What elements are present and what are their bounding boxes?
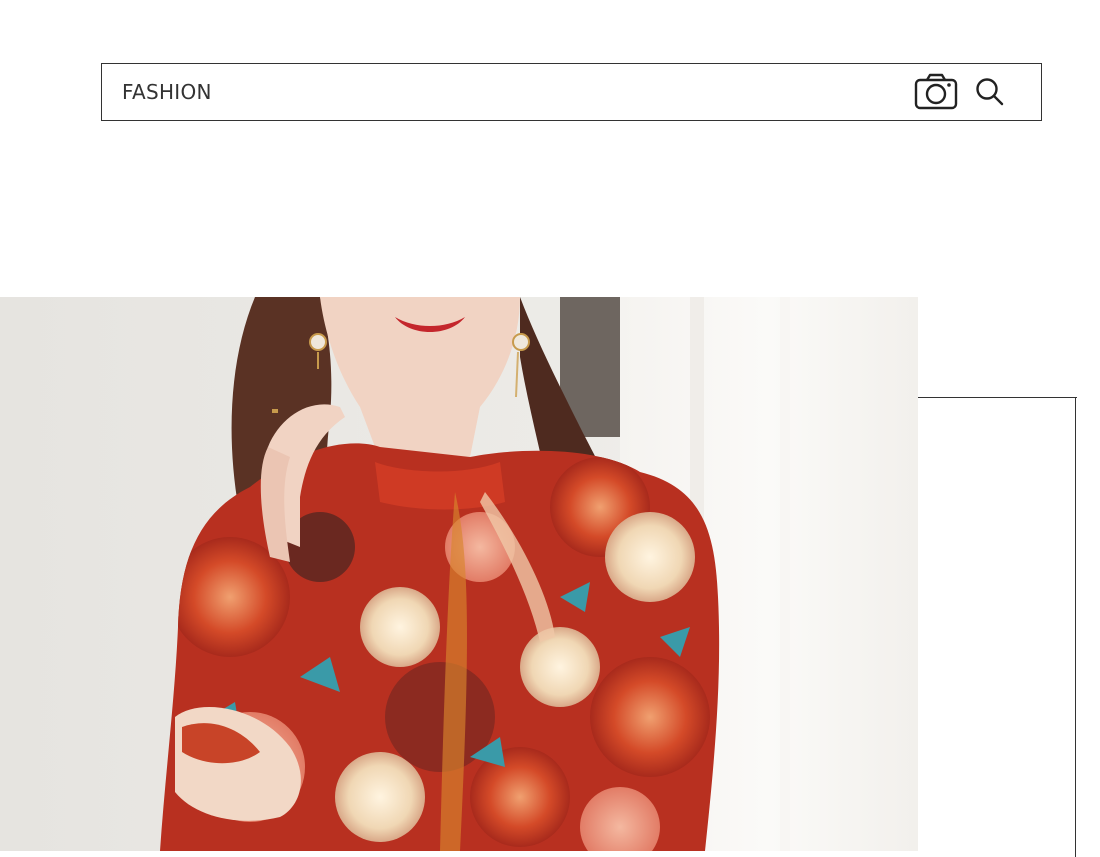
decorative-frame-top bbox=[918, 397, 1077, 398]
decorative-frame-right bbox=[1075, 397, 1076, 857]
hero-image bbox=[0, 297, 918, 851]
search-icon-svg bbox=[976, 78, 1004, 106]
search-input[interactable]: FASHION bbox=[122, 64, 882, 120]
camera-icon[interactable] bbox=[912, 64, 960, 120]
camera-icon-svg bbox=[914, 73, 958, 110]
hero-illustration bbox=[0, 297, 918, 851]
search-bar[interactable]: FASHION bbox=[101, 63, 1042, 121]
search-icon[interactable] bbox=[970, 64, 1010, 120]
